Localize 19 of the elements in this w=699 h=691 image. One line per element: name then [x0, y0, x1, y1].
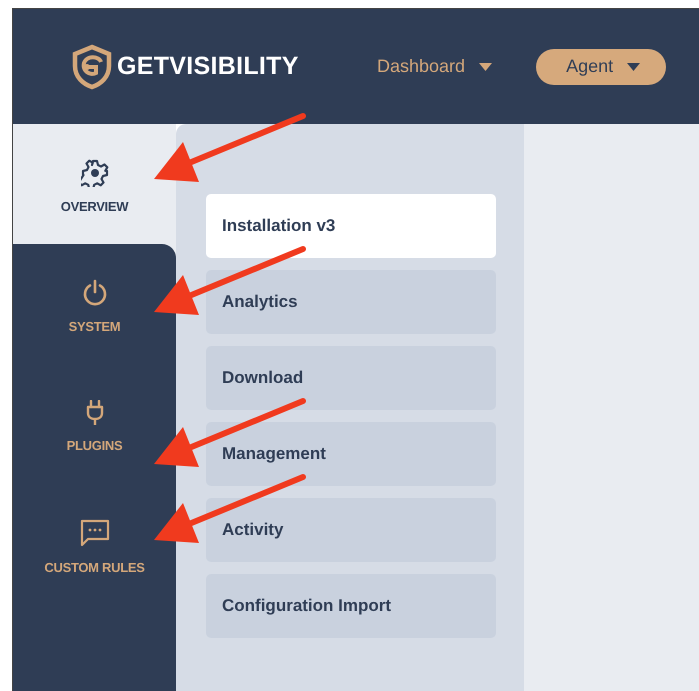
caret-icon: [479, 62, 492, 70]
caret-icon: [627, 62, 640, 70]
submenu-item[interactable]: Analytics: [206, 270, 496, 334]
submenu-item[interactable]: Download: [206, 346, 496, 410]
power-icon: [82, 278, 108, 306]
shield-logo-icon: [71, 44, 113, 90]
sidebar-tab[interactable]: PLUGINS: [13, 364, 176, 484]
plug-icon: [84, 400, 104, 426]
agent-dropdown[interactable]: Agent: [536, 48, 666, 84]
chat-icon: [78, 518, 110, 548]
settings-icon: [80, 158, 108, 186]
submenu-item[interactable]: Installation v3: [206, 194, 496, 258]
sidebar-tab[interactable]: CUSTOM RULES: [13, 484, 176, 604]
submenu-item[interactable]: Configuration Import: [206, 574, 496, 638]
dashboard-dropdown[interactable]: Dashboard: [377, 56, 492, 77]
submenu-item[interactable]: Activity: [206, 498, 496, 562]
submenu-item[interactable]: Management: [206, 422, 496, 486]
brand-name: GETVISIBILITY: [117, 52, 299, 81]
sidebar-tab[interactable]: SYSTEM: [13, 244, 176, 364]
